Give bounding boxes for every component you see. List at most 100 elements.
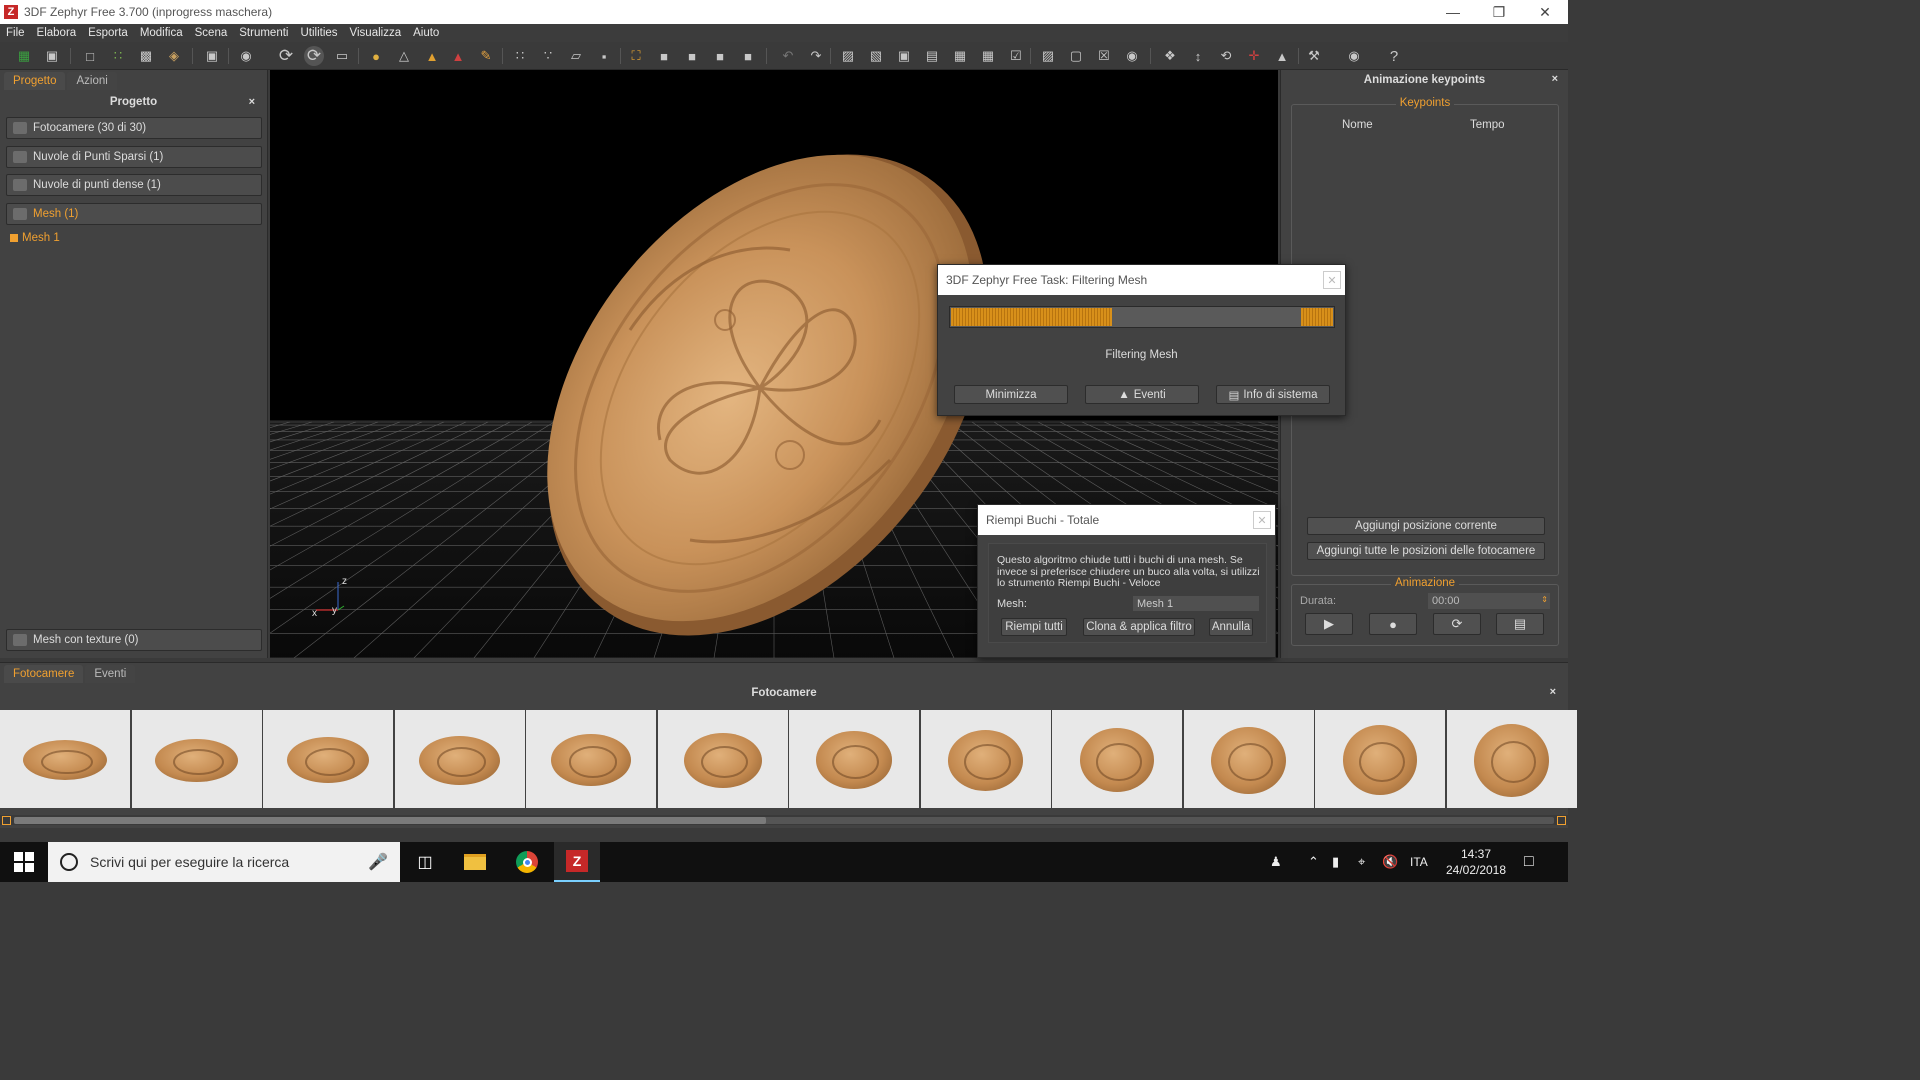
select-mesh-icon[interactable]: ▨ [838, 46, 858, 66]
save-icon[interactable]: ▣ [42, 46, 62, 66]
restore-window-button[interactable]: ❐ [1476, 0, 1522, 24]
camera-thumbnail[interactable] [920, 710, 1051, 808]
camera-thumbnail[interactable] [789, 710, 919, 808]
menu-utilities[interactable]: Utilities [300, 27, 337, 39]
brush-icon[interactable]: ✎ [476, 46, 496, 66]
cube-wire-icon[interactable]: ▱ [566, 46, 586, 66]
wifi-icon[interactable]: ⌖ [1358, 842, 1365, 882]
camera-thumbnail[interactable] [263, 710, 393, 808]
close-icon[interactable]: × [1552, 73, 1558, 85]
tools-icon[interactable]: ⚒ [1304, 46, 1324, 66]
language-indicator[interactable]: ITA [1410, 842, 1428, 882]
camera-thumbnail[interactable] [0, 710, 130, 808]
play-button[interactable]: ▶ [1305, 613, 1353, 635]
scroll-left-icon[interactable] [2, 816, 11, 825]
rgb-select-icon[interactable]: ▤ [922, 46, 942, 66]
camera-thumbnail[interactable] [526, 710, 656, 808]
mesh-shaded-icon[interactable]: ▲ [422, 46, 442, 66]
textured-mesh-icon[interactable]: ▣ [202, 46, 222, 66]
mesh-select[interactable]: Mesh 1 [1133, 596, 1259, 611]
scrollbar-thumb[interactable] [14, 817, 766, 824]
menu-strumenti[interactable]: Strumenti [239, 27, 288, 39]
camera-thumbnail[interactable] [1052, 710, 1182, 808]
tree-item-cameras[interactable]: Fotocamere (30 di 30) [6, 117, 262, 139]
deselect-mesh-icon[interactable]: ▧ [866, 46, 886, 66]
close-icon[interactable]: ✕ [1253, 511, 1271, 529]
tree-item-sparse-cloud[interactable]: Nuvole di Punti Sparsi (1) [6, 146, 262, 168]
points-select-icon[interactable]: ∵ [538, 46, 558, 66]
system-info-button[interactable]: ▤ Info di sistema [1216, 385, 1330, 404]
people-icon[interactable]: ♟ [1270, 842, 1282, 882]
tab-eventi[interactable]: Eventi [85, 665, 136, 683]
orbit-active-icon[interactable]: ⟳ [304, 46, 324, 66]
tree-item-textured-mesh[interactable]: Mesh con texture (0) [6, 629, 262, 651]
delete-selection-icon[interactable]: ☒ [1094, 46, 1114, 66]
crop-icon[interactable]: ▨ [1038, 46, 1058, 66]
check-select-icon[interactable]: ☑ [1006, 46, 1026, 66]
lasso-select-icon[interactable]: ▦ [950, 46, 970, 66]
events-button[interactable]: ▲ Eventi [1085, 385, 1199, 404]
camera-thumbnail[interactable] [657, 710, 788, 808]
clone-apply-filter-button[interactable]: Clona & applica filtro [1083, 618, 1195, 636]
microphone-icon[interactable]: 🎤 [368, 852, 388, 872]
points-icon[interactable]: ∷ [510, 46, 530, 66]
transform-icon[interactable]: ❖ [1160, 46, 1180, 66]
view-top-icon[interactable]: ■ [710, 46, 730, 66]
select-area-icon[interactable]: □ [80, 46, 100, 66]
cancel-button[interactable]: Annulla [1209, 618, 1253, 636]
light-bulb-icon[interactable]: ● [366, 46, 386, 66]
minimize-window-button[interactable]: — [1430, 0, 1476, 24]
spin-arrows-icon[interactable]: ⇕ [1541, 595, 1548, 604]
volume-muted-icon[interactable]: 🔇 [1382, 842, 1398, 882]
chrome-icon[interactable] [504, 842, 550, 882]
minimize-button[interactable]: Minimizza [954, 385, 1068, 404]
scale-icon[interactable]: ↕ [1188, 46, 1208, 66]
camera-thumbnail[interactable] [394, 710, 525, 808]
mesh-triangle-icon[interactable]: △ [394, 46, 414, 66]
measure-icon[interactable]: ▲ [1272, 46, 1292, 66]
show-hidden-icons[interactable]: ⌃ [1308, 842, 1319, 882]
view-back-icon[interactable]: ■ [738, 46, 758, 66]
notifications-icon[interactable]: □ [1524, 842, 1534, 882]
record-button[interactable]: ● [1369, 613, 1417, 635]
dense-cloud-icon[interactable]: ▩ [136, 46, 156, 66]
mesh-color-icon[interactable]: ▲ [448, 46, 468, 66]
camera-thumbnail[interactable] [131, 710, 262, 808]
fill-all-button[interactable]: Riempi tutti [1001, 618, 1067, 636]
add-current-position-button[interactable]: Aggiungi posizione corrente [1307, 517, 1545, 535]
sparse-cloud-icon[interactable]: ∷ [108, 46, 128, 66]
task-view-icon[interactable]: ◫ [402, 842, 448, 882]
tree-item-dense-cloud[interactable]: Nuvole di punti dense (1) [6, 174, 262, 196]
gizmo-icon[interactable]: ✛ [1244, 46, 1264, 66]
menu-visualizza[interactable]: Visualizza [350, 27, 402, 39]
redo-icon[interactable]: ↷ [806, 46, 826, 66]
scroll-right-icon[interactable] [1557, 816, 1566, 825]
mask-icon[interactable]: ◉ [1344, 46, 1364, 66]
windows-start-icon[interactable] [14, 852, 34, 872]
camera-thumbnail[interactable] [1446, 710, 1577, 808]
column-header-time[interactable]: Tempo [1470, 119, 1505, 131]
duration-input[interactable]: 00:00 ⇕ [1428, 593, 1550, 609]
close-icon[interactable]: × [1550, 686, 1556, 698]
clock[interactable]: 14:37 24/02/2018 [1444, 842, 1508, 882]
zephyr-taskbar-icon[interactable]: Z [554, 842, 600, 882]
cube-solid-icon[interactable]: ▪ [594, 46, 614, 66]
close-icon[interactable]: ✕ [1323, 271, 1341, 289]
menu-elabora[interactable]: Elabora [37, 27, 77, 39]
camera-icon[interactable]: ◉ [236, 46, 256, 66]
wasd-icon[interactable]: ▭ [332, 46, 352, 66]
save-animation-button[interactable]: ▤ [1496, 613, 1544, 635]
tree-item-mesh-1[interactable]: Mesh 1 [10, 232, 60, 244]
menu-modifica[interactable]: Modifica [140, 27, 183, 39]
new-project-icon[interactable]: ▦ [14, 46, 34, 66]
menu-esporta[interactable]: Esporta [88, 27, 128, 39]
loop-button[interactable]: ⟳ [1433, 613, 1481, 635]
file-explorer-icon[interactable] [452, 842, 498, 882]
battery-icon[interactable]: ▮ [1332, 842, 1339, 882]
tab-progetto[interactable]: Progetto [4, 72, 66, 90]
sphere-icon[interactable]: ◉ [1122, 46, 1142, 66]
undo-icon[interactable]: ↶ [778, 46, 798, 66]
fit-view-icon[interactable]: ⛶ [626, 46, 646, 66]
tab-fotocamere[interactable]: Fotocamere [4, 665, 84, 683]
rotate-icon[interactable]: ⟲ [1216, 46, 1236, 66]
